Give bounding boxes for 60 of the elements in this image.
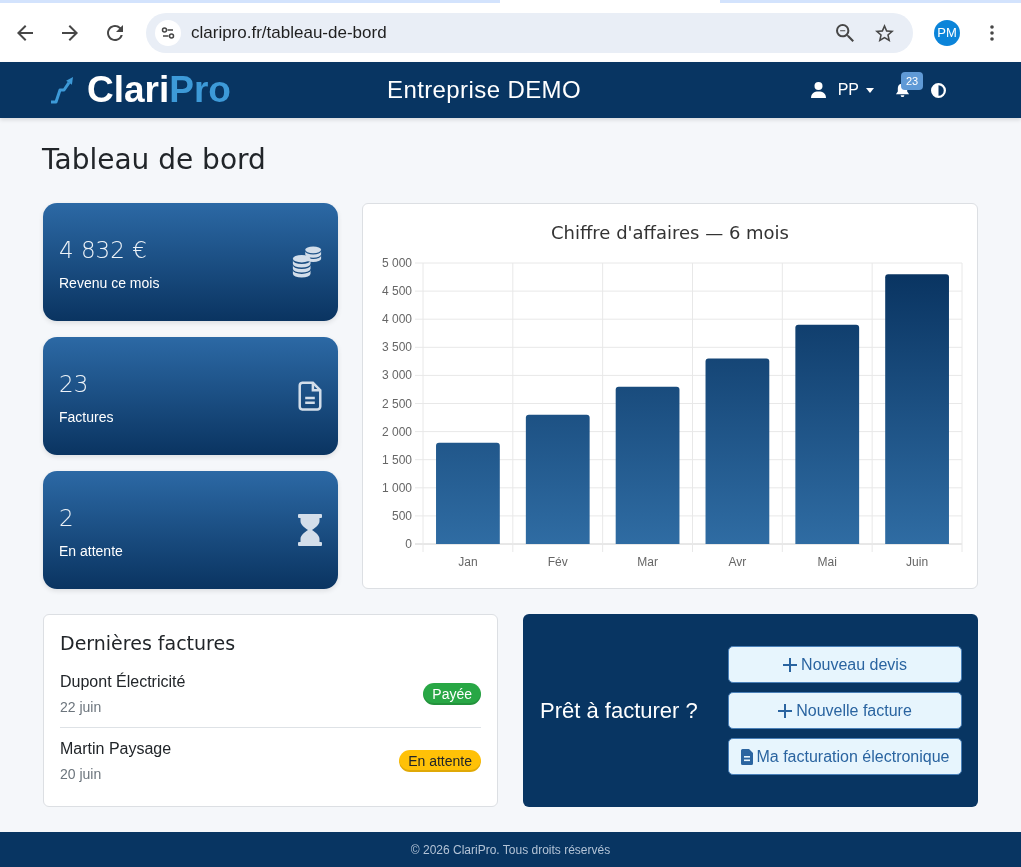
x-axis-label: Mai [817,555,837,569]
zoom-out-icon[interactable] [836,23,854,42]
page-title: Tableau de bord [42,142,266,178]
chart-title: Chiffre d'affaires — 6 mois [551,221,789,245]
client-name[interactable]: Dupont Électricité [60,670,186,694]
star-icon[interactable] [875,23,894,42]
logo-text[interactable]: ClariPro [87,70,237,110]
action-button[interactable]: Nouvelle facture [728,692,962,729]
back-arrow-icon[interactable] [17,24,33,41]
y-axis-label: 500 [391,508,412,523]
notification-badge: 23 [901,72,924,90]
invoice-date: 20 juin [60,765,102,784]
reload-icon[interactable] [107,24,123,41]
contrast-icon[interactable] [931,82,946,98]
y-axis-label: 1 000 [381,480,412,495]
company-name: Entreprise DEMO [387,76,582,104]
coins-icon [292,246,322,278]
copyright-text: © 2026 ClariPro. Tous droits réservés [410,842,611,857]
status-badge: Payée [423,682,481,705]
y-axis-label: 3 500 [381,340,412,355]
stat-label: En attente [59,541,123,561]
x-axis-label: Fév [547,555,568,569]
y-axis-label: 1 500 [381,452,412,467]
action-button[interactable]: Nouveau devis [728,646,962,683]
user-icon [810,82,826,98]
y-axis-label: 0 [404,537,412,551]
document-icon [740,748,753,765]
status-badge: En attente [399,749,481,772]
x-axis-label: Jan [457,555,478,569]
card-title: Dernières factures [60,631,236,655]
x-axis-label: Mar [636,555,658,569]
invoice-date: 22 juin [60,698,102,717]
stat-label: Factures [59,407,114,427]
y-axis-label: 3 000 [381,368,412,383]
stat-value: 2 [59,503,74,532]
address-bar[interactable]: claripro.fr/tableau-de-bord [146,12,913,53]
user-menu-button[interactable]: PP [810,81,874,99]
profile-avatar[interactable]: PM [934,19,960,46]
stat-label: Revenu ce mois [59,273,160,293]
document-icon [298,380,322,412]
action-button[interactable]: Ma facturation électronique [728,738,962,775]
stat-value: 23 [59,369,89,398]
y-axis-label: 2 000 [381,424,412,439]
plus-icon [778,703,793,718]
y-axis-label: 5 000 [381,256,412,270]
menu-icon[interactable] [990,24,994,41]
x-axis-label: Juin [905,555,928,569]
hourglass-icon [298,514,322,546]
y-axis-label: 4 000 [381,312,412,327]
stat-value: 4 832 € [59,235,147,264]
client-name[interactable]: Martin Paysage [60,737,172,761]
y-axis-label: 2 500 [381,396,412,411]
plus-icon [783,657,798,672]
x-axis-label: Avr [728,555,746,569]
url-text[interactable]: claripro.fr/tableau-de-bord [191,22,387,43]
cta-heading: Prêt à facturer ? [540,697,698,724]
site-settings-icon[interactable] [155,19,181,46]
forward-arrow-icon[interactable] [62,24,78,41]
caret-icon [866,87,874,93]
y-axis-label: 4 500 [381,284,412,299]
